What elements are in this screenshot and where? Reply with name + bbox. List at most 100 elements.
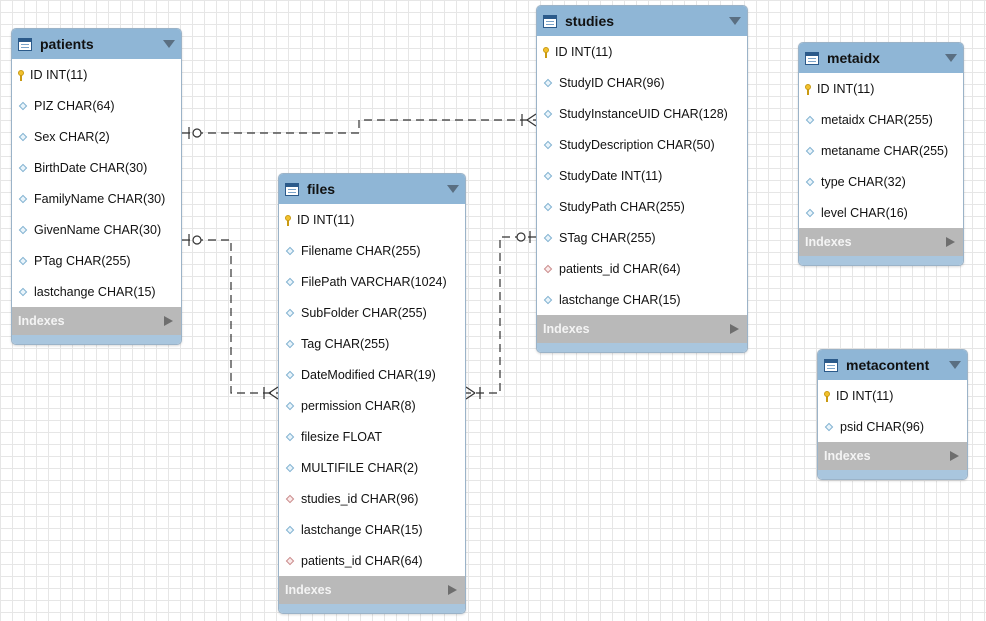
table-studies[interactable]: studies ID INT(11) StudyID CHAR(96) StudyI… xyxy=(536,5,748,353)
column-icon xyxy=(543,140,553,149)
column-label: studies_id CHAR(96) xyxy=(301,491,419,506)
relationship-patients-files[interactable] xyxy=(182,234,279,400)
column-list: ID INT(11) Filename CHAR(255) FilePath VAR… xyxy=(279,204,465,576)
collapse-arrow-icon[interactable] xyxy=(949,361,961,369)
column-icon xyxy=(824,422,834,431)
column-row[interactable]: Tag CHAR(255) xyxy=(279,328,465,359)
indexes-section[interactable]: Indexes xyxy=(537,315,747,343)
column-row[interactable]: filesize FLOAT xyxy=(279,421,465,452)
expand-arrow-icon[interactable] xyxy=(946,237,955,247)
column-row[interactable]: lastchange CHAR(15) xyxy=(12,276,181,307)
expand-arrow-icon[interactable] xyxy=(730,324,739,334)
column-row[interactable]: ID INT(11) xyxy=(12,59,181,90)
column-row[interactable]: patients_id CHAR(64) xyxy=(279,545,465,576)
column-row[interactable]: studies_id CHAR(96) xyxy=(279,483,465,514)
column-row[interactable]: SubFolder CHAR(255) xyxy=(279,297,465,328)
column-row[interactable]: type CHAR(32) xyxy=(799,166,963,197)
column-icon xyxy=(543,109,553,118)
foreign-key-icon xyxy=(285,494,295,503)
column-icon xyxy=(543,295,553,304)
relationship-studies-files[interactable] xyxy=(465,231,536,400)
table-header[interactable]: patients xyxy=(12,29,181,59)
indexes-section[interactable]: Indexes xyxy=(279,576,465,604)
column-list: ID INT(11) psid CHAR(96) xyxy=(818,380,967,442)
table-metaidx[interactable]: metaidx ID INT(11) metaidx CHAR(255) metan… xyxy=(798,42,964,266)
column-row[interactable]: BirthDate CHAR(30) xyxy=(12,152,181,183)
indexes-section[interactable]: Indexes xyxy=(12,307,181,335)
collapse-arrow-icon[interactable] xyxy=(447,185,459,193)
column-row[interactable]: GivenName CHAR(30) xyxy=(12,214,181,245)
primary-key-icon xyxy=(805,83,811,95)
column-row[interactable]: ID INT(11) xyxy=(279,204,465,235)
column-row[interactable]: StudyDescription CHAR(50) xyxy=(537,129,747,160)
column-label: MULTIFILE CHAR(2) xyxy=(301,460,419,475)
column-label: ID INT(11) xyxy=(555,44,613,59)
expand-arrow-icon[interactable] xyxy=(164,316,173,326)
column-row[interactable]: metaname CHAR(255) xyxy=(799,135,963,166)
column-row[interactable]: ID INT(11) xyxy=(537,36,747,67)
column-row[interactable]: StudyDate INT(11) xyxy=(537,160,747,191)
column-icon xyxy=(805,208,815,217)
column-row[interactable]: lastchange CHAR(15) xyxy=(279,514,465,545)
collapse-arrow-icon[interactable] xyxy=(729,17,741,25)
column-label: PTag CHAR(255) xyxy=(34,253,131,268)
table-header[interactable]: studies xyxy=(537,6,747,36)
table-files[interactable]: files ID INT(11) Filename CHAR(255) FilePa… xyxy=(278,173,466,614)
column-label: type CHAR(32) xyxy=(821,174,906,189)
expand-arrow-icon[interactable] xyxy=(448,585,457,595)
column-row[interactable]: DateModified CHAR(19) xyxy=(279,359,465,390)
column-row[interactable]: StudyID CHAR(96) xyxy=(537,67,747,98)
column-label: ID INT(11) xyxy=(836,388,894,403)
indexes-section[interactable]: Indexes xyxy=(799,228,963,256)
table-metacontent[interactable]: metacontent ID INT(11) psid CHAR(96) Inde… xyxy=(817,349,968,480)
column-label: DateModified CHAR(19) xyxy=(301,367,436,382)
table-icon xyxy=(824,358,838,372)
table-header[interactable]: files xyxy=(279,174,465,204)
column-row[interactable]: StudyPath CHAR(255) xyxy=(537,191,747,222)
column-row[interactable]: PTag CHAR(255) xyxy=(12,245,181,276)
column-row[interactable]: psid CHAR(96) xyxy=(818,411,967,442)
relationship-patients-studies[interactable] xyxy=(182,113,537,139)
er-diagram-canvas[interactable]: patients ID INT(11) PIZ CHAR(64) Sex CHAR(… xyxy=(0,0,986,621)
column-row[interactable]: permission CHAR(8) xyxy=(279,390,465,421)
column-row[interactable]: StudyInstanceUID CHAR(128) xyxy=(537,98,747,129)
table-header[interactable]: metacontent xyxy=(818,350,967,380)
column-row[interactable]: level CHAR(16) xyxy=(799,197,963,228)
column-icon xyxy=(18,225,28,234)
column-icon xyxy=(543,233,553,242)
table-name: studies xyxy=(565,13,615,29)
column-row[interactable]: STag CHAR(255) xyxy=(537,222,747,253)
expand-arrow-icon[interactable] xyxy=(950,451,959,461)
column-icon xyxy=(543,78,553,87)
table-icon xyxy=(285,182,299,196)
collapse-arrow-icon[interactable] xyxy=(945,54,957,62)
column-icon xyxy=(18,194,28,203)
column-row[interactable]: ID INT(11) xyxy=(818,380,967,411)
column-label: level CHAR(16) xyxy=(821,205,908,220)
column-label: PIZ CHAR(64) xyxy=(34,98,115,113)
column-row[interactable]: Filename CHAR(255) xyxy=(279,235,465,266)
column-row[interactable]: ID INT(11) xyxy=(799,73,963,104)
column-row[interactable]: patients_id CHAR(64) xyxy=(537,253,747,284)
column-row[interactable]: metaidx CHAR(255) xyxy=(799,104,963,135)
column-label: lastchange CHAR(15) xyxy=(34,284,156,299)
table-footer xyxy=(818,470,967,479)
column-row[interactable]: MULTIFILE CHAR(2) xyxy=(279,452,465,483)
column-icon xyxy=(18,132,28,141)
column-row[interactable]: lastchange CHAR(15) xyxy=(537,284,747,315)
column-row[interactable]: FilePath VARCHAR(1024) xyxy=(279,266,465,297)
collapse-arrow-icon[interactable] xyxy=(163,40,175,48)
table-icon xyxy=(543,14,557,28)
column-icon xyxy=(18,287,28,296)
column-label: metaidx CHAR(255) xyxy=(821,112,933,127)
table-patients[interactable]: patients ID INT(11) PIZ CHAR(64) Sex CHAR(… xyxy=(11,28,182,345)
column-label: Filename CHAR(255) xyxy=(301,243,421,258)
column-icon xyxy=(285,246,295,255)
table-header[interactable]: metaidx xyxy=(799,43,963,73)
indexes-section[interactable]: Indexes xyxy=(818,442,967,470)
table-icon xyxy=(805,51,819,65)
column-row[interactable]: FamilyName CHAR(30) xyxy=(12,183,181,214)
column-row[interactable]: Sex CHAR(2) xyxy=(12,121,181,152)
column-row[interactable]: PIZ CHAR(64) xyxy=(12,90,181,121)
column-icon xyxy=(285,463,295,472)
